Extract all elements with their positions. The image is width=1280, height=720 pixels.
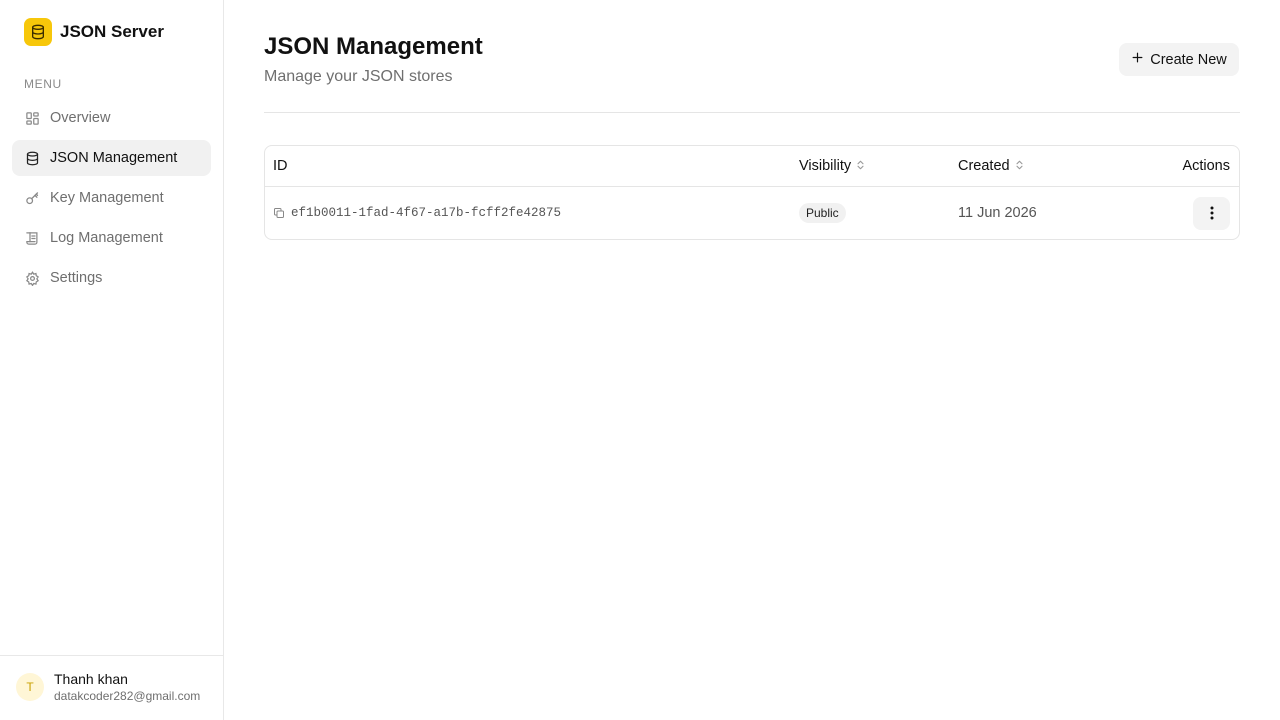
plus-icon bbox=[1131, 51, 1144, 68]
database-icon bbox=[24, 18, 52, 46]
table-row[interactable]: ef1b0011-1fad-4f67-a17b-fcff2fe42875 Pub… bbox=[265, 187, 1239, 239]
column-label: Actions bbox=[1182, 158, 1230, 174]
sort-icon bbox=[856, 158, 865, 174]
json-table: ID Visibility Created Actions ef1b0011-1… bbox=[264, 145, 1240, 240]
log-icon bbox=[24, 230, 40, 246]
gear-icon bbox=[24, 270, 40, 286]
page-subtitle: Manage your JSON stores bbox=[264, 68, 453, 85]
sidebar-nav: Overview JSON Management Key Management … bbox=[12, 100, 211, 300]
grid-icon bbox=[24, 110, 40, 126]
sort-icon bbox=[1015, 158, 1024, 174]
sidebar-item-log-management[interactable]: Log Management bbox=[12, 220, 211, 256]
column-label: Visibility bbox=[799, 158, 852, 174]
user-profile[interactable]: T Thanh khan datakcoder282@gmail.com bbox=[0, 655, 223, 720]
user-name: Thanh khan bbox=[54, 671, 128, 687]
row-actions-button[interactable] bbox=[1193, 196, 1230, 230]
visibility-cell: Public bbox=[799, 187, 846, 239]
sidebar-item-overview[interactable]: Overview bbox=[12, 100, 211, 136]
column-header-actions: Actions bbox=[1182, 158, 1230, 174]
sidebar-item-label: Key Management bbox=[50, 190, 164, 206]
column-header-visibility[interactable]: Visibility bbox=[799, 158, 865, 174]
json-id: ef1b0011-1fad-4f67-a17b-fcff2fe42875 bbox=[291, 206, 562, 220]
database-icon bbox=[24, 150, 40, 166]
key-icon bbox=[24, 190, 40, 206]
actions-cell bbox=[1193, 187, 1230, 239]
sidebar-item-json-management[interactable]: JSON Management bbox=[12, 140, 211, 176]
brand[interactable]: JSON Server bbox=[24, 18, 164, 46]
created-date: 11 Jun 2026 bbox=[958, 205, 1037, 221]
sidebar: JSON Server MENU Overview JSON Managemen… bbox=[0, 0, 224, 720]
visibility-badge: Public bbox=[799, 203, 846, 223]
main-content: JSON Management Manage your JSON stores … bbox=[224, 0, 1280, 720]
table-header: ID Visibility Created Actions bbox=[265, 146, 1239, 187]
avatar: T bbox=[16, 673, 44, 701]
user-email: datakcoder282@gmail.com bbox=[54, 689, 201, 703]
sidebar-item-settings[interactable]: Settings bbox=[12, 260, 211, 296]
sidebar-item-label: Log Management bbox=[50, 230, 163, 246]
more-vertical-icon bbox=[1210, 206, 1214, 220]
sidebar-item-label: JSON Management bbox=[50, 150, 178, 166]
column-header-id: ID bbox=[273, 158, 288, 174]
page-title: JSON Management bbox=[264, 33, 483, 60]
created-cell: 11 Jun 2026 bbox=[958, 187, 1037, 239]
header-divider bbox=[264, 112, 1240, 113]
id-cell: ef1b0011-1fad-4f67-a17b-fcff2fe42875 bbox=[273, 187, 561, 239]
column-label: ID bbox=[273, 158, 288, 174]
sidebar-item-key-management[interactable]: Key Management bbox=[12, 180, 211, 216]
create-new-label: Create New bbox=[1150, 51, 1227, 68]
column-label: Created bbox=[958, 158, 1010, 174]
menu-label: MENU bbox=[24, 77, 62, 91]
copy-icon[interactable] bbox=[273, 207, 285, 219]
column-header-created[interactable]: Created bbox=[958, 158, 1024, 174]
sidebar-item-label: Settings bbox=[50, 270, 103, 286]
create-new-button[interactable]: Create New bbox=[1119, 43, 1239, 76]
sidebar-item-label: Overview bbox=[50, 110, 111, 126]
app-name: JSON Server bbox=[60, 22, 164, 41]
